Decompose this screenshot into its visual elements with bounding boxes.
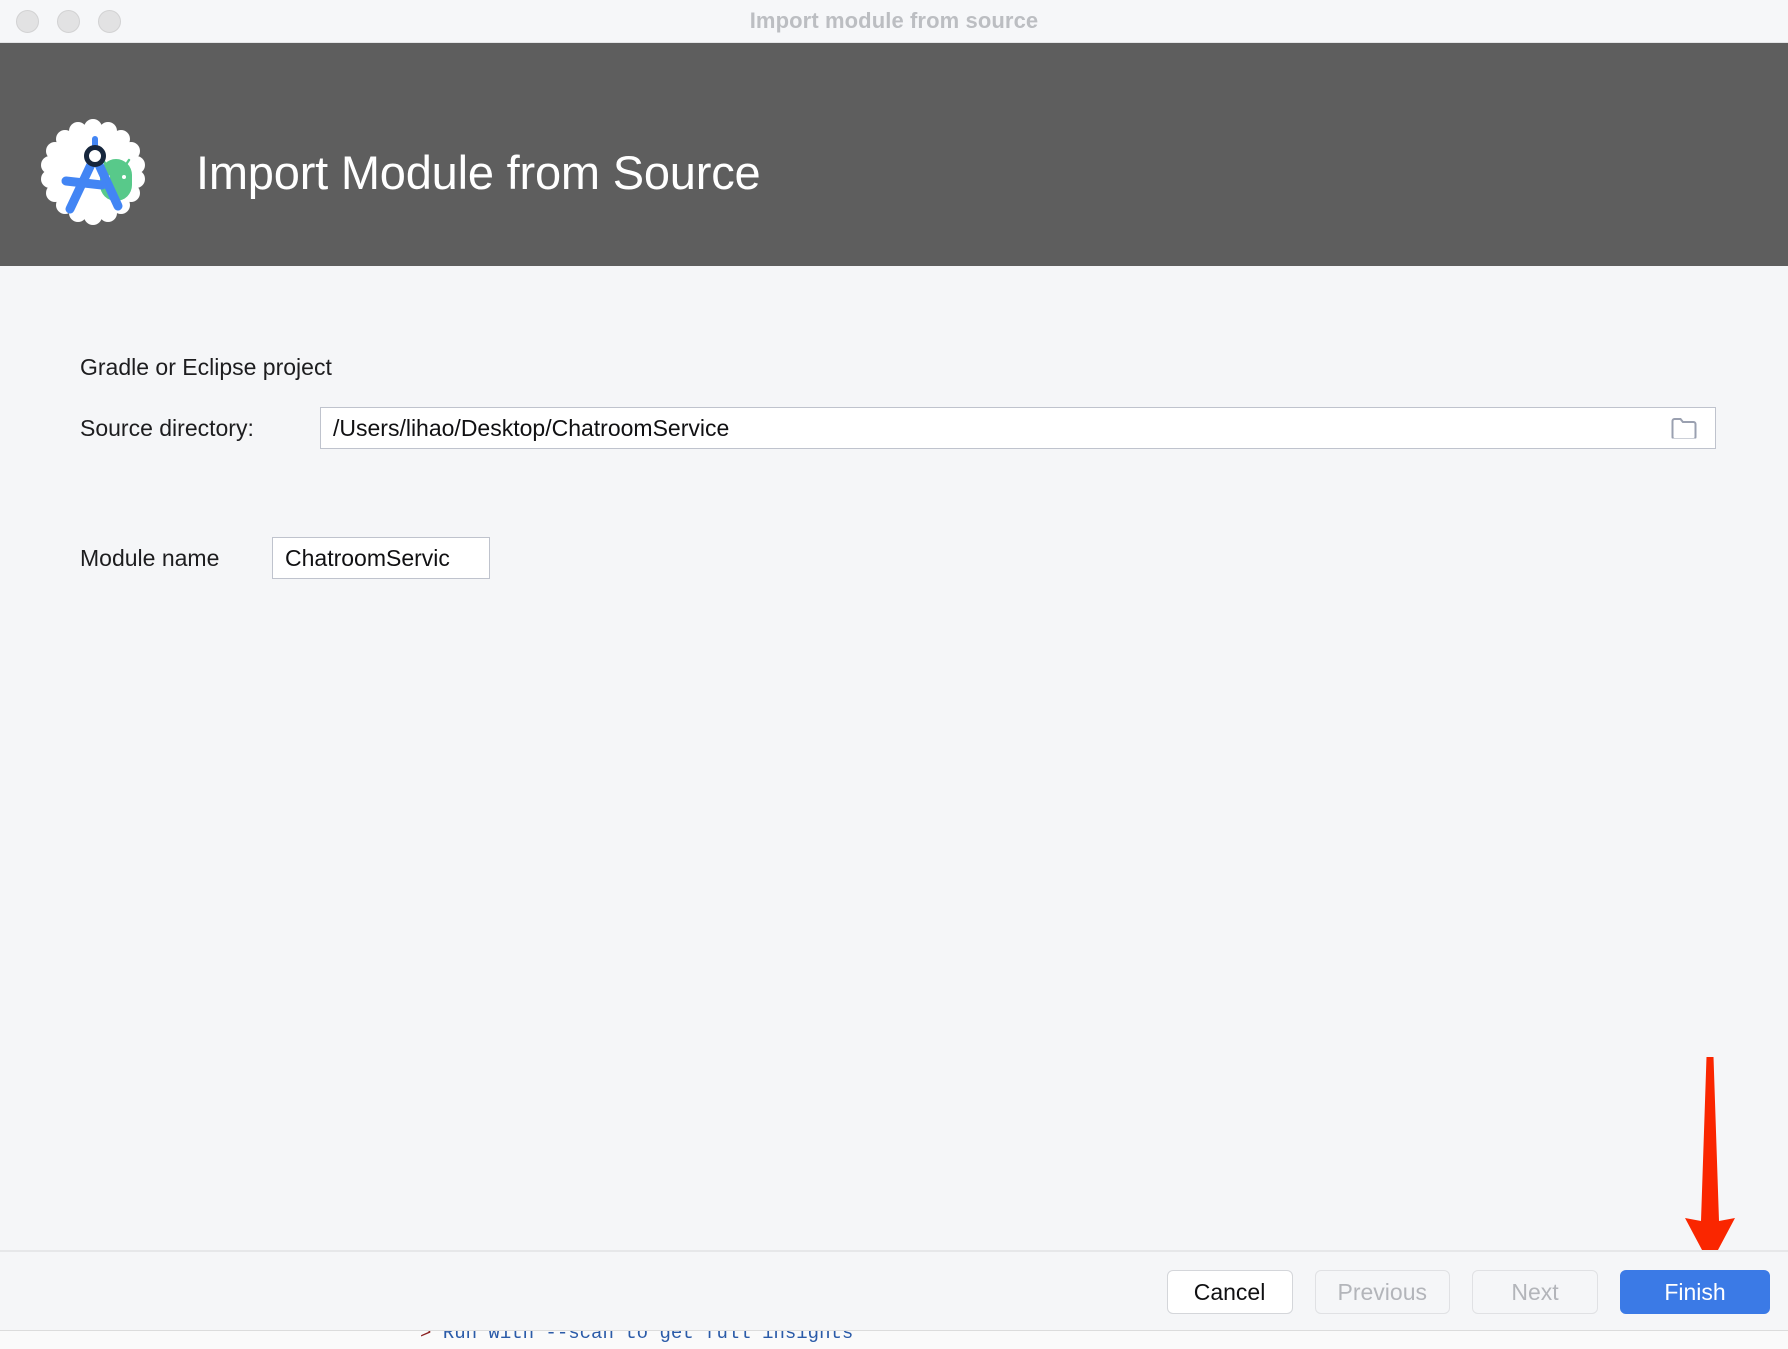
window-titlebar: Import module from source bbox=[0, 0, 1788, 43]
dialog-title: Import Module from Source bbox=[196, 145, 760, 200]
dialog-footer: Cancel Previous Next Finish bbox=[0, 1252, 1788, 1330]
dialog-button-bar: Cancel Previous Next Finish bbox=[1167, 1270, 1770, 1314]
source-directory-value: /Users/lihao/Desktop/ChatroomService bbox=[321, 415, 729, 442]
folder-icon[interactable] bbox=[1671, 418, 1697, 439]
next-button: Next bbox=[1472, 1270, 1598, 1314]
android-studio-logo-icon bbox=[40, 119, 146, 225]
module-name-label: Module name bbox=[80, 545, 272, 572]
module-name-value: ChatroomServic bbox=[273, 545, 450, 572]
finish-button[interactable]: Finish bbox=[1620, 1270, 1770, 1314]
module-name-input[interactable]: ChatroomServic bbox=[272, 537, 490, 579]
background-console-line: > Run with --scan to get full insights bbox=[420, 1330, 853, 1344]
console-prompt-caret: > bbox=[420, 1330, 443, 1344]
previous-button: Previous bbox=[1315, 1270, 1450, 1314]
source-directory-row: Source directory: /Users/lihao/Desktop/C… bbox=[80, 406, 1716, 450]
source-directory-input[interactable]: /Users/lihao/Desktop/ChatroomService bbox=[320, 407, 1716, 449]
source-directory-label: Source directory: bbox=[80, 415, 320, 442]
background-console-strip: > Run with --scan to get full insights bbox=[0, 1330, 1788, 1349]
module-name-row: Module name ChatroomServic bbox=[80, 536, 490, 580]
window-title: Import module from source bbox=[0, 0, 1788, 42]
console-line-text: Run with --scan to get full insights bbox=[443, 1330, 853, 1344]
cancel-button[interactable]: Cancel bbox=[1167, 1270, 1293, 1314]
dialog-content: Gradle or Eclipse project Source directo… bbox=[0, 266, 1788, 1250]
dialog-banner: Import Module from Source bbox=[0, 43, 1788, 266]
section-hint-label: Gradle or Eclipse project bbox=[80, 354, 332, 381]
